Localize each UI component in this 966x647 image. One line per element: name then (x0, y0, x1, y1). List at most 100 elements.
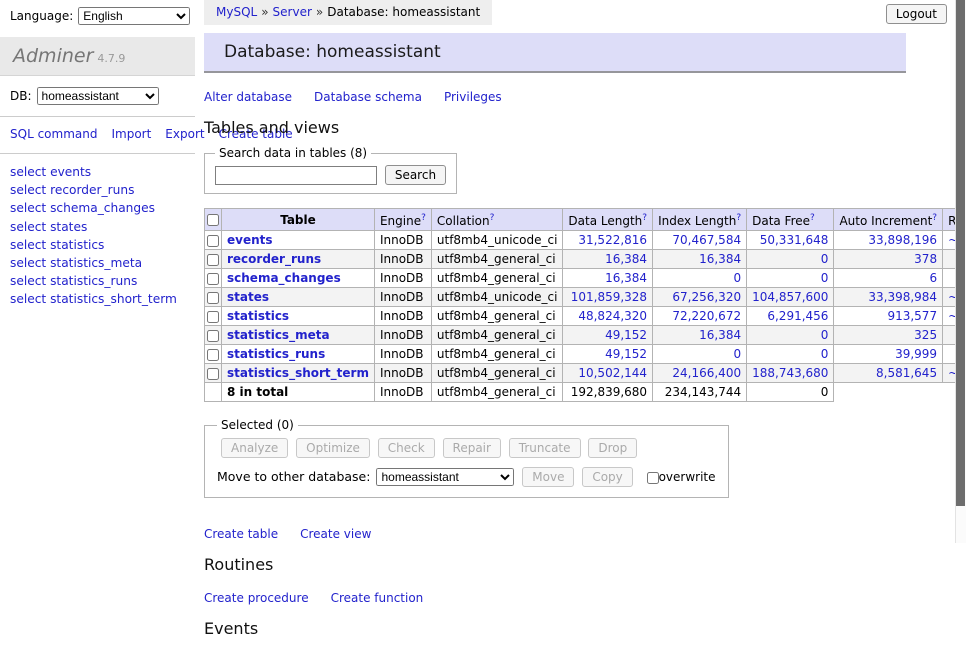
sidebar-table-link-events[interactable]: select events (10, 163, 195, 181)
collation-cell: utf8mb4_general_ci (431, 326, 563, 345)
col-header-table: Table (222, 209, 375, 231)
auto-increment-cell: 33,398,984 (834, 288, 943, 307)
collation-cell: utf8mb4_general_ci (431, 269, 563, 288)
db-label: DB: (10, 89, 32, 103)
total-collation-cell: utf8mb4_general_ci (431, 383, 563, 402)
table-row: states InnoDB utf8mb4_unicode_ci 101,859… (205, 288, 966, 307)
collation-cell: utf8mb4_unicode_ci (431, 231, 563, 250)
row-checkbox[interactable] (207, 235, 219, 247)
help-link[interactable]: ? (810, 213, 815, 223)
optimize-button[interactable]: Optimize (296, 438, 370, 458)
table-link[interactable]: schema_changes (227, 271, 341, 285)
sidebar: Language:English Adminer4.7.9 DB:homeass… (0, 0, 195, 543)
row-checkbox[interactable] (207, 254, 219, 266)
create-function-link[interactable]: Create function (331, 591, 424, 605)
help-link[interactable]: ? (490, 213, 495, 223)
table-link[interactable]: statistics (227, 309, 289, 323)
engine-cell: InnoDB (374, 326, 431, 345)
engine-cell: InnoDB (374, 231, 431, 250)
language-form: Language: English (0, 0, 195, 31)
move-to-database-label: Move to other database: (217, 469, 370, 484)
row-checkbox[interactable] (207, 368, 219, 380)
search-fieldset: Search data in tables (8) Search (204, 146, 457, 194)
create-links: Create table Create view (204, 527, 906, 541)
check-button[interactable]: Check (378, 438, 435, 458)
table-row: events InnoDB utf8mb4_unicode_ci 31,522,… (205, 231, 966, 250)
database-schema-link[interactable]: Database schema (314, 90, 422, 104)
sidebar-link-import[interactable]: Import (111, 127, 151, 141)
row-checkbox[interactable] (207, 292, 219, 304)
table-link[interactable]: statistics_runs (227, 347, 325, 361)
table-row: statistics_meta InnoDB utf8mb4_general_c… (205, 326, 966, 345)
col-header-index-length: Index Length? (653, 209, 747, 231)
overwrite-checkbox[interactable] (647, 472, 659, 484)
table-link[interactable]: events (227, 233, 273, 247)
auto-increment-cell: 913,577 (834, 307, 943, 326)
move-database-select[interactable]: homeassistant (376, 468, 514, 486)
engine-cell: InnoDB (374, 250, 431, 269)
sidebar-table-link-statistics-runs[interactable]: select statistics_runs (10, 272, 195, 290)
sidebar-table-link-states[interactable]: select states (10, 218, 195, 236)
table-total-row: 8 in total InnoDB utf8mb4_general_ci 192… (205, 383, 966, 402)
data-length-cell: 49,152 (563, 326, 653, 345)
row-checkbox[interactable] (207, 273, 219, 285)
collation-cell: utf8mb4_general_ci (431, 250, 563, 269)
index-length-cell: 72,220,672 (653, 307, 747, 326)
drop-button[interactable]: Drop (588, 438, 637, 458)
row-checkbox[interactable] (207, 330, 219, 342)
total-data-length-cell: 192,839,680 (563, 383, 653, 402)
create-table-link[interactable]: Create table (204, 527, 278, 541)
language-label: Language: (10, 9, 73, 23)
sidebar-link-export[interactable]: Export (165, 127, 204, 141)
help-link[interactable]: ? (736, 213, 741, 223)
overwrite-option: overwrite (647, 470, 716, 484)
help-link[interactable]: ? (421, 213, 426, 223)
vertical-scrollbar[interactable] (955, 0, 966, 543)
help-link[interactable]: ? (642, 213, 647, 223)
db-select[interactable]: homeassistant (37, 87, 159, 105)
select-all-checkbox[interactable] (207, 214, 219, 226)
search-input[interactable] (215, 166, 377, 185)
breadcrumb-mysql-link[interactable]: MySQL (216, 5, 257, 19)
table-link[interactable]: statistics_meta (227, 328, 330, 342)
sidebar-link-sql-command[interactable]: SQL command (10, 127, 97, 141)
sidebar-table-link-recorder-runs[interactable]: select recorder_runs (10, 181, 195, 199)
auto-increment-cell: 378 (834, 250, 943, 269)
breadcrumb-separator: » (316, 5, 323, 19)
table-link[interactable]: statistics_short_term (227, 366, 369, 380)
total-index-length-cell: 234,143,744 (653, 383, 747, 402)
alter-database-link[interactable]: Alter database (204, 90, 292, 104)
table-link[interactable]: recorder_runs (227, 252, 321, 266)
overwrite-label: overwrite (659, 470, 716, 484)
repair-button[interactable]: Repair (443, 438, 501, 458)
search-button[interactable]: Search (385, 165, 446, 185)
table-link[interactable]: states (227, 290, 269, 304)
row-checkbox[interactable] (207, 311, 219, 323)
sidebar-table-link-statistics-short-term[interactable]: select statistics_short_term (10, 290, 195, 308)
index-length-cell: 24,166,400 (653, 364, 747, 383)
create-view-link[interactable]: Create view (300, 527, 371, 541)
scrollbar-thumb[interactable] (956, 0, 965, 506)
privileges-link[interactable]: Privileges (444, 90, 502, 104)
index-length-cell: 67,256,320 (653, 288, 747, 307)
auto-increment-cell: 6 (834, 269, 943, 288)
collation-cell: utf8mb4_general_ci (431, 364, 563, 383)
truncate-button[interactable]: Truncate (509, 438, 581, 458)
sidebar-table-link-statistics[interactable]: select statistics (10, 236, 195, 254)
language-select[interactable]: English (78, 7, 190, 25)
move-button[interactable]: Move (522, 467, 574, 487)
total-engine-cell: InnoDB (374, 383, 431, 402)
data-free-cell: 50,331,648 (747, 231, 834, 250)
data-length-cell: 16,384 (563, 269, 653, 288)
create-procedure-link[interactable]: Create procedure (204, 591, 309, 605)
row-checkbox[interactable] (207, 349, 219, 361)
database-action-links: Alter database Database schema Privileges (204, 90, 906, 104)
copy-button[interactable]: Copy (582, 467, 632, 487)
breadcrumb: MySQL»Server»Database: homeassistant (204, 0, 492, 25)
analyze-button[interactable]: Analyze (221, 438, 288, 458)
help-link[interactable]: ? (932, 213, 937, 223)
breadcrumb-separator: » (261, 5, 268, 19)
sidebar-table-link-statistics-meta[interactable]: select statistics_meta (10, 254, 195, 272)
breadcrumb-server-link[interactable]: Server (273, 5, 312, 19)
sidebar-table-link-schema-changes[interactable]: select schema_changes (10, 199, 195, 217)
